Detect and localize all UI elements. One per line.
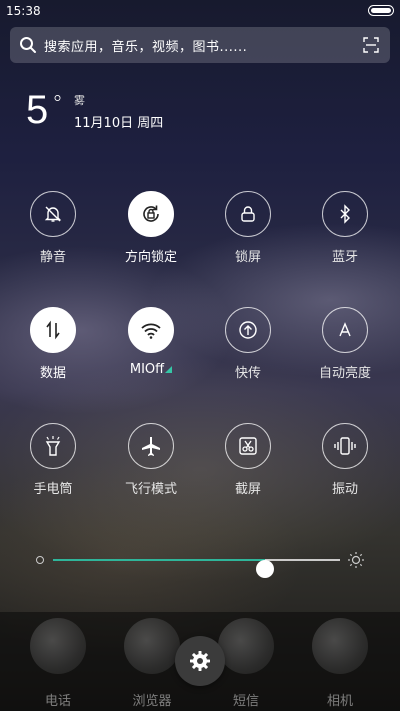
search-input[interactable]: 搜索应用，音乐，视频，图书......: [44, 36, 247, 55]
toggle-label: 截屏: [234, 482, 261, 497]
toggle-label: 方向锁定: [124, 250, 177, 265]
wifi-toggle-circle: [128, 307, 174, 353]
dock-app-label: 短信: [232, 694, 259, 709]
dock-app-camera[interactable]: 相机: [292, 618, 388, 709]
toggle-vibrate[interactable]: 振动: [298, 423, 394, 513]
lock-toggle-circle: [225, 191, 271, 237]
dock-app-label: 相机: [326, 694, 353, 709]
search-bar[interactable]: 搜索应用，音乐，视频，图书......: [10, 27, 390, 63]
toggle-silent[interactable]: 静音: [6, 191, 102, 281]
vibrate-icon: [334, 437, 356, 455]
brightness-track-fill: [53, 559, 266, 561]
dock-app-label: 电话: [44, 694, 71, 709]
rotation-lock-icon: [143, 205, 159, 222]
toggle-label: 数据: [39, 366, 66, 381]
toggle-rotation-lock[interactable]: 方向锁定: [104, 191, 200, 281]
toggle-label: 静音: [39, 250, 66, 265]
settings-gear-icon: [190, 651, 210, 671]
wifi-network-name: MIOff: [129, 362, 165, 377]
weather-date: 11月10日 周四: [74, 116, 164, 131]
silent-bell-icon: [44, 206, 62, 222]
bluetooth-icon: [340, 204, 350, 224]
dock-app-label: 浏览器: [132, 694, 172, 709]
toggle-mobile-data[interactable]: 数据: [6, 307, 102, 397]
bluetooth-toggle-circle: [322, 191, 368, 237]
toggle-label: 快传: [234, 366, 261, 381]
auto-brightness-toggle-circle: [322, 307, 368, 353]
toggle-screenshot[interactable]: 截屏: [201, 423, 297, 513]
weather-widget[interactable]: 5 ° 雾 11月10日 周四: [0, 80, 400, 140]
brightness-slider[interactable]: [0, 548, 400, 578]
browser-app-icon: [124, 618, 180, 674]
wifi-signal-indicator-icon: [165, 366, 173, 373]
silent-toggle-circle: [30, 191, 76, 237]
phone-app-icon: [30, 618, 86, 674]
vibrate-toggle-circle: [322, 423, 368, 469]
mobile-data-icon: [46, 320, 60, 340]
toggle-flashlight[interactable]: 手电筒: [6, 423, 102, 513]
weather-temperature: 5: [26, 88, 49, 132]
toggle-label: 振动: [331, 482, 358, 497]
toggle-lock-screen[interactable]: 锁屏: [201, 191, 297, 281]
lock-icon: [241, 206, 255, 222]
screenshot-icon: [239, 437, 257, 455]
toggle-label: 手电筒: [33, 482, 73, 497]
toggle-bluetooth[interactable]: 蓝牙: [298, 191, 394, 281]
toggle-auto-brightness[interactable]: 自动亮度: [298, 307, 394, 397]
dock-app-phone[interactable]: 电话: [10, 618, 106, 709]
rotation-lock-toggle-circle: [128, 191, 174, 237]
toggle-label: 锁屏: [234, 250, 261, 265]
brightness-low-icon: [36, 556, 44, 564]
messages-app-icon: [218, 618, 274, 674]
camera-app-icon: [312, 618, 368, 674]
toggle-airplane-mode[interactable]: 飞行模式: [104, 423, 200, 513]
battery-icon: [368, 5, 394, 16]
flashlight-icon: [45, 436, 61, 456]
quick-transfer-toggle-circle: [225, 307, 271, 353]
status-time: 15:38: [6, 4, 41, 18]
quick-transfer-icon: [239, 321, 257, 339]
weather-degree: °: [52, 92, 63, 117]
toggle-quick-transfer[interactable]: 快传: [201, 307, 297, 397]
screenshot-toggle-circle: [225, 423, 271, 469]
toggle-wifi[interactable]: MIOff: [104, 307, 200, 397]
toggle-label: 飞行模式: [124, 482, 177, 497]
scan-icon[interactable]: [363, 37, 379, 53]
airplane-icon: [142, 437, 160, 456]
wifi-icon: [141, 323, 161, 339]
auto-brightness-icon: [339, 322, 351, 337]
toggle-label-wifi: MIOff: [104, 362, 198, 377]
brightness-thumb[interactable]: [256, 560, 275, 578]
brightness-high-icon: [348, 552, 364, 568]
search-icon: [20, 37, 36, 53]
toggle-label: 蓝牙: [331, 250, 358, 265]
weather-condition: 雾: [74, 94, 85, 107]
mobile-data-toggle-circle: [30, 307, 76, 353]
status-bar: 15:38: [0, 0, 400, 24]
toggle-label: 自动亮度: [318, 366, 371, 381]
flashlight-toggle-circle: [30, 423, 76, 469]
brightness-track[interactable]: [53, 559, 340, 578]
airplane-toggle-circle: [128, 423, 174, 469]
settings-button[interactable]: [175, 636, 225, 686]
